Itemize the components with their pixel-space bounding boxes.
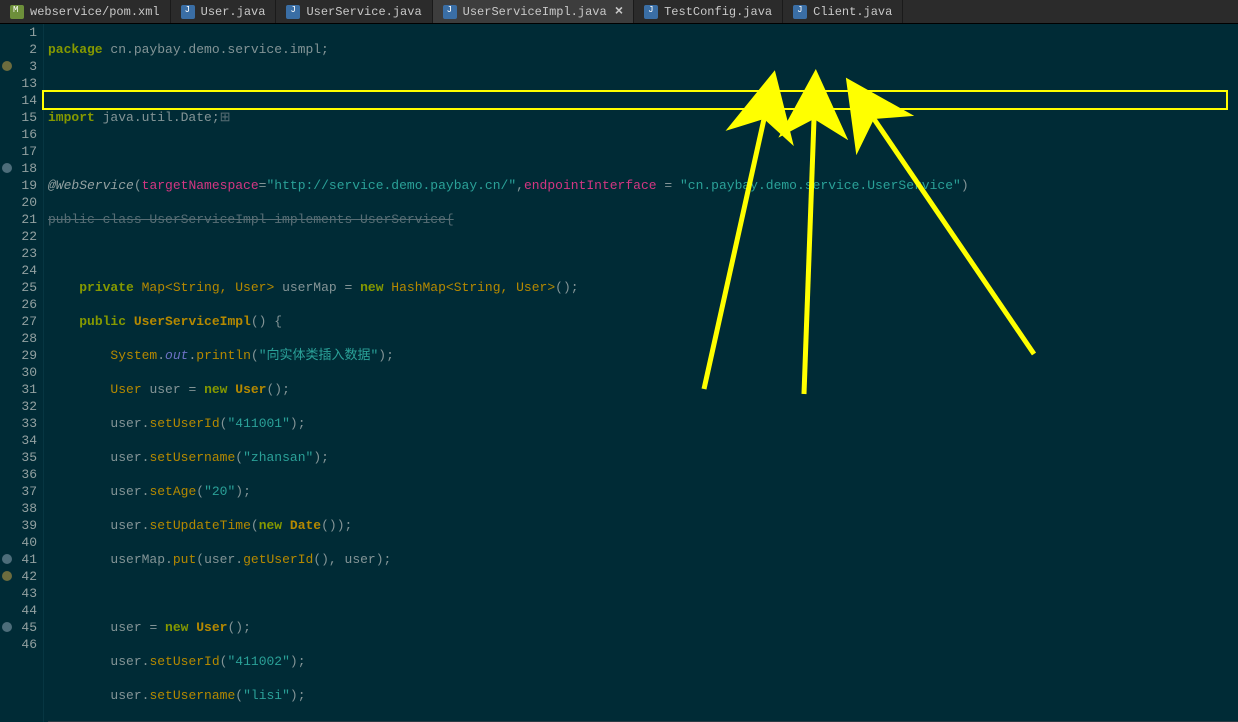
tab-testconfig-java[interactable]: TestConfig.java (634, 0, 783, 23)
tab-label: TestConfig.java (664, 5, 772, 19)
tab-pom-xml[interactable]: webservice/pom.xml (0, 0, 171, 23)
line-number: 23 (0, 245, 37, 262)
line-number: 33 (0, 415, 37, 432)
code-line[interactable] (48, 143, 1238, 160)
tab-userserviceimpl-java[interactable]: UserServiceImpl.java × (433, 0, 634, 23)
code-line[interactable]: user.setUsername("zhansan"); (48, 449, 1238, 466)
code-line[interactable]: User user = new User(); (48, 381, 1238, 398)
tab-user-java[interactable]: User.java (171, 0, 277, 23)
line-number: 38 (0, 500, 37, 517)
code-line-annotated[interactable]: @WebService(targetNamespace="http://serv… (48, 177, 1238, 194)
xml-icon (10, 5, 24, 19)
code-line[interactable]: System.out.println("向实体类插入数据"); (48, 347, 1238, 364)
code-editor[interactable]: 1 2 3 13 14 15 16 17 18 19 20 21 22 23 2… (0, 24, 1238, 722)
code-line[interactable]: user = new User(); (48, 619, 1238, 636)
code-line[interactable]: public class UserServiceImpl implements … (48, 211, 1238, 228)
code-line[interactable]: user.setUpdateTime(new Date()); (48, 517, 1238, 534)
line-number: 32 (0, 398, 37, 415)
line-number: 45 (0, 619, 37, 636)
line-number: 46 (0, 636, 37, 653)
editor-tabs: webservice/pom.xml User.java UserService… (0, 0, 1238, 24)
java-icon (286, 5, 300, 19)
java-icon (443, 5, 457, 19)
line-number: 44 (0, 602, 37, 619)
line-number: 19 (0, 177, 37, 194)
line-number: 13 (0, 75, 37, 92)
line-number: 29 (0, 347, 37, 364)
line-number: 37 (0, 483, 37, 500)
java-icon (181, 5, 195, 19)
code-line[interactable]: import java.util.Date;⊞ (48, 109, 1238, 126)
line-number: 3 (0, 58, 37, 75)
line-number: 41 (0, 551, 37, 568)
line-number: 34 (0, 432, 37, 449)
close-icon[interactable]: × (615, 4, 623, 20)
line-number: 40 (0, 534, 37, 551)
tab-label: webservice/pom.xml (30, 5, 160, 19)
line-number-gutter: 1 2 3 13 14 15 16 17 18 19 20 21 22 23 2… (0, 24, 44, 722)
code-line[interactable]: user.setUserId("411001"); (48, 415, 1238, 432)
fold-marker-icon[interactable] (2, 61, 12, 71)
line-number: 22 (0, 228, 37, 245)
line-number: 24 (0, 262, 37, 279)
tab-label: UserService.java (306, 5, 421, 19)
line-number: 25 (0, 279, 37, 296)
line-number: 1 (0, 24, 37, 41)
line-number: 39 (0, 517, 37, 534)
code-line[interactable]: user.setUserId("411002"); (48, 653, 1238, 670)
line-number: 42 (0, 568, 37, 585)
code-line[interactable]: private Map<String, User> userMap = new … (48, 279, 1238, 296)
line-number: 18 (0, 160, 37, 177)
line-number: 30 (0, 364, 37, 381)
java-icon (644, 5, 658, 19)
line-number: 2 (0, 41, 37, 58)
gutter-marker-icon (2, 163, 12, 173)
line-number: 17 (0, 143, 37, 160)
gutter-marker-icon (2, 571, 12, 581)
code-line[interactable]: userMap.put(user.getUserId(), user); (48, 551, 1238, 568)
tab-label: User.java (201, 5, 266, 19)
code-line[interactable]: user.setAge("20"); (48, 483, 1238, 500)
line-number: 35 (0, 449, 37, 466)
line-number: 43 (0, 585, 37, 602)
tab-label: Client.java (813, 5, 892, 19)
code-line[interactable] (48, 75, 1238, 92)
line-number: 31 (0, 381, 37, 398)
line-number: 26 (0, 296, 37, 313)
annotation-arrows (44, 24, 1238, 722)
line-number: 15 (0, 109, 37, 126)
line-number: 36 (0, 466, 37, 483)
code-line[interactable]: user.setUsername("lisi"); (48, 687, 1238, 704)
code-line[interactable]: package cn.paybay.demo.service.impl; (48, 41, 1238, 58)
line-number: 28 (0, 330, 37, 347)
tab-userservice-java[interactable]: UserService.java (276, 0, 432, 23)
line-number: 16 (0, 126, 37, 143)
annotation-highlight-box (42, 90, 1228, 110)
code-area[interactable]: package cn.paybay.demo.service.impl; imp… (44, 24, 1238, 722)
code-line[interactable] (48, 585, 1238, 602)
tab-client-java[interactable]: Client.java (783, 0, 903, 23)
line-number: 21 (0, 211, 37, 228)
gutter-marker-icon (2, 554, 12, 564)
line-number: 20 (0, 194, 37, 211)
code-line[interactable]: public UserServiceImpl() { (48, 313, 1238, 330)
tab-label: UserServiceImpl.java (463, 5, 607, 19)
code-line[interactable] (48, 245, 1238, 262)
line-number: 27 (0, 313, 37, 330)
java-icon (793, 5, 807, 19)
line-number: 14 (0, 92, 37, 109)
gutter-marker-icon (2, 622, 12, 632)
